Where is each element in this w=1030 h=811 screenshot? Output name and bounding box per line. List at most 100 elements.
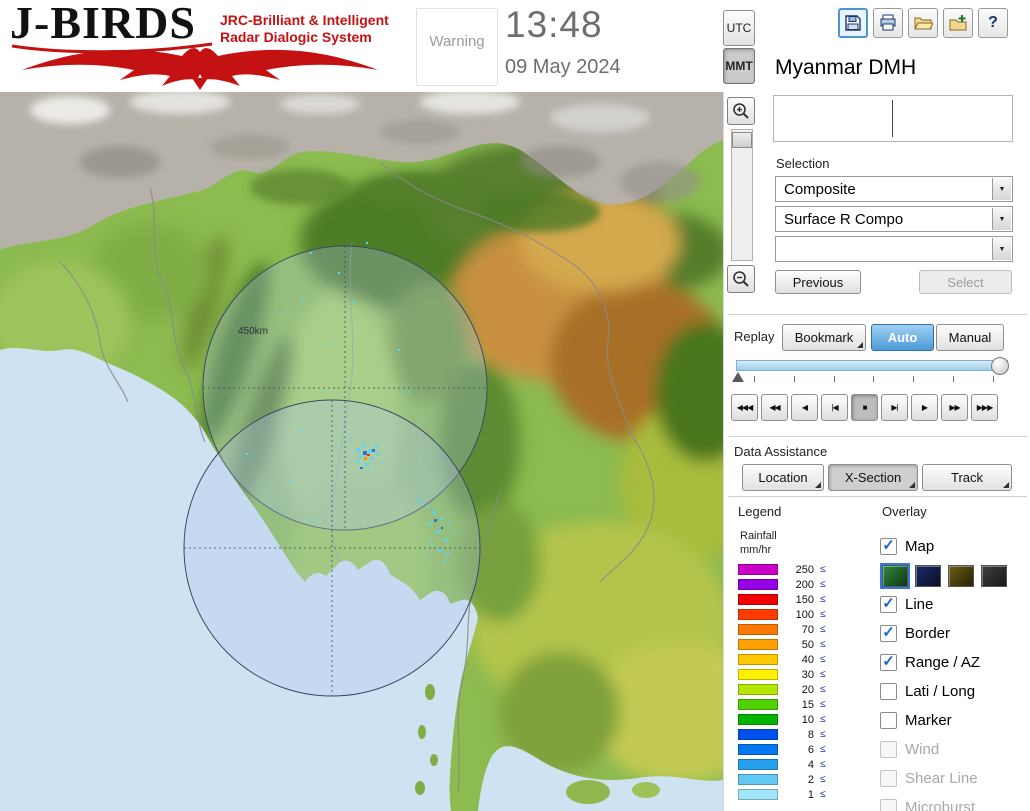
legend-swatch xyxy=(738,789,778,800)
play-backward-button[interactable]: ◀ xyxy=(791,394,818,421)
overlay-item-range-az[interactable]: ✓ Range / AZ xyxy=(880,648,1030,677)
chevron-down-icon[interactable]: ▼ xyxy=(992,238,1011,260)
overlay-item-label: Border xyxy=(905,625,951,642)
mmt-button[interactable]: MMT xyxy=(723,48,755,84)
warning-label: Warning xyxy=(429,33,485,50)
legend-value: 10 xyxy=(801,713,814,726)
legend-row: 10 ≤ xyxy=(738,712,826,727)
checkbox[interactable] xyxy=(880,799,897,811)
timeline-handle[interactable] xyxy=(991,357,1009,375)
help-icon: ? xyxy=(988,14,998,31)
checkbox[interactable] xyxy=(880,770,897,787)
zoom-out-button[interactable] xyxy=(727,265,755,293)
legend-value: 20 xyxy=(801,683,814,696)
legend-row: 2 ≤ xyxy=(738,772,826,787)
overlay-item-shear-line[interactable]: Shear Line xyxy=(880,764,1030,793)
legend-label: Legend xyxy=(738,504,782,519)
overlay-item-line[interactable]: ✓ Line xyxy=(880,590,1030,619)
map-area[interactable]: 450km xyxy=(0,92,723,811)
export-button[interactable] xyxy=(943,8,973,38)
open-folder-button[interactable] xyxy=(908,8,938,38)
legend-suffix: ≤ xyxy=(820,759,826,770)
overlay-item-microburst[interactable]: Microburst xyxy=(880,793,1030,811)
fast-rewind-button[interactable]: ◀◀◀ xyxy=(731,394,758,421)
legend-row: 8 ≤ xyxy=(738,727,826,742)
x-section-button[interactable]: X-Section xyxy=(828,464,918,491)
radar-range-rings: 450km xyxy=(183,245,488,697)
checkbox[interactable]: ✓ xyxy=(880,596,897,613)
overlay-item-border[interactable]: ✓ Border xyxy=(880,619,1030,648)
toolbar: ? xyxy=(838,8,1008,38)
legend-suffix: ≤ xyxy=(820,654,826,665)
overlay-item-marker[interactable]: Marker xyxy=(880,706,1030,735)
skip-forward-button[interactable]: ▶▶▶ xyxy=(971,394,998,421)
legend-suffix: ≤ xyxy=(820,789,826,800)
previous-button[interactable]: Previous xyxy=(775,270,861,294)
utc-button[interactable]: UTC xyxy=(723,10,755,46)
manual-button[interactable]: Manual xyxy=(936,324,1004,351)
eagle-logo-icon xyxy=(11,42,378,90)
legend-row: 20 ≤ xyxy=(738,682,826,697)
zoom-slider[interactable] xyxy=(731,129,753,261)
bookmark-button[interactable]: Bookmark xyxy=(782,324,866,351)
legend-swatch xyxy=(738,759,778,770)
track-button[interactable]: Track xyxy=(922,464,1012,491)
category-dropdown-value: Composite xyxy=(784,181,856,198)
print-icon xyxy=(880,14,896,31)
zoom-in-button[interactable] xyxy=(727,97,755,125)
select-button[interactable]: Select xyxy=(919,270,1012,294)
option-dropdown[interactable]: ▼ xyxy=(775,236,1013,262)
legend-value: 250 xyxy=(795,563,814,576)
legend-swatch xyxy=(738,729,778,740)
legend-row: 1 ≤ xyxy=(738,787,826,802)
overlay-item-map[interactable]: ✓ Map xyxy=(880,532,1030,561)
replay-timeline[interactable] xyxy=(736,357,1009,375)
selection-label: Selection xyxy=(776,156,830,171)
map-color-swatch[interactable] xyxy=(880,562,910,589)
product-dropdown[interactable]: Surface R Compo ▼ xyxy=(775,206,1013,232)
jbirds-app: J-BIRDS JRC-Brilliant & Intelligent Rada… xyxy=(0,0,1030,811)
help-button[interactable]: ? xyxy=(978,8,1008,38)
print-button[interactable] xyxy=(873,8,903,38)
legend-row: 6 ≤ xyxy=(738,742,826,757)
overlay-item-wind[interactable]: Wind xyxy=(880,735,1030,764)
legend-swatch xyxy=(738,714,778,725)
product-dropdown-value: Surface R Compo xyxy=(784,211,904,228)
warning-indicator: Warning xyxy=(416,8,498,86)
legend-value: 50 xyxy=(801,638,814,651)
checkbox[interactable]: ✓ xyxy=(880,538,897,555)
rewind-button[interactable]: ◀◀ xyxy=(761,394,788,421)
step-forward-button[interactable]: ▶| xyxy=(881,394,908,421)
legend-row: 250 ≤ xyxy=(738,562,826,577)
play-button[interactable]: ▶ xyxy=(911,394,938,421)
radar-map[interactable]: 450km xyxy=(0,92,723,811)
overlay-item-lati-long[interactable]: Lati / Long xyxy=(880,677,1030,706)
auto-button[interactable]: Auto xyxy=(871,324,934,351)
category-dropdown[interactable]: Composite ▼ xyxy=(775,176,1013,202)
checkbox[interactable]: ✓ xyxy=(880,625,897,642)
zoom-slider-handle[interactable] xyxy=(732,132,752,148)
location-button[interactable]: Location xyxy=(742,464,824,491)
overlay-items: ✓ Map ✓ Line ✓ Border ✓ Range / AZ Lati … xyxy=(880,532,1030,811)
chevron-down-icon[interactable]: ▼ xyxy=(992,178,1011,200)
save-button[interactable] xyxy=(838,8,868,38)
legend-unit-rainfall: Rainfall xyxy=(740,530,777,542)
checkbox[interactable] xyxy=(880,712,897,729)
checkbox[interactable]: ✓ xyxy=(880,654,897,671)
overlay-item-label: Microburst xyxy=(905,799,976,811)
map-color-swatch[interactable] xyxy=(948,564,974,587)
chevron-down-icon[interactable]: ▼ xyxy=(992,208,1011,230)
data-assistance-label: Data Assistance xyxy=(734,444,828,459)
checkbox[interactable] xyxy=(880,683,897,700)
checkbox[interactable] xyxy=(880,741,897,758)
map-color-swatch[interactable] xyxy=(981,564,1007,587)
legend-swatch xyxy=(738,624,778,635)
map-color-swatch[interactable] xyxy=(915,564,941,587)
legend-value: 100 xyxy=(795,608,814,621)
legend-swatch xyxy=(738,699,778,710)
step-back-button[interactable]: |◀ xyxy=(821,394,848,421)
legend-swatch xyxy=(738,609,778,620)
fast-forward-button[interactable]: ▶▶ xyxy=(941,394,968,421)
stop-button[interactable]: ■ xyxy=(851,394,878,421)
folder-plus-icon xyxy=(949,15,967,31)
